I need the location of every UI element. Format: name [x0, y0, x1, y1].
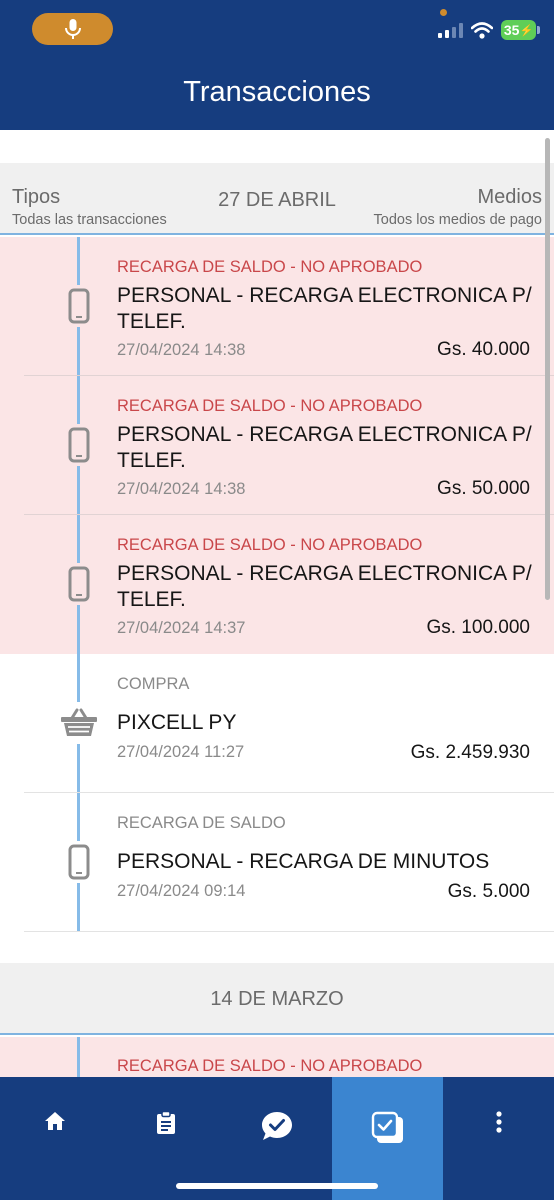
transaction-item[interactable]: RECARGA DE SALDO - NO APROBADO PERSONAL … — [0, 515, 554, 654]
cellular-signal-icon — [438, 22, 463, 38]
home-icon — [45, 1112, 66, 1130]
transaction-item[interactable]: COMPRA PIXCELL PY 27/04/2024 11:27 Gs. 2… — [0, 654, 554, 793]
media-filter-value: Todos los medios de pago — [373, 212, 542, 228]
phone-icon — [58, 841, 100, 883]
document-check-icon — [371, 1111, 403, 1143]
transaction-datetime: 27/04/2024 14:38 — [117, 341, 246, 359]
transaction-category: RECARGA DE SALDO - NO APROBADO — [117, 258, 423, 276]
clipboard-icon — [157, 1111, 176, 1134]
transaction-description: PERSONAL - RECARGA ELECTRONICA P/ TELEF. — [117, 562, 532, 611]
transaction-amount: Gs. 40.000 — [437, 339, 530, 360]
transaction-amount: Gs. 5.000 — [447, 881, 530, 902]
transaction-category: RECARGA DE SALDO - NO APROBADO — [117, 536, 423, 554]
phone-icon — [58, 563, 100, 605]
app-header: 35 ⚡ Transacciones — [0, 0, 554, 130]
nav-transactions[interactable] — [332, 1077, 444, 1200]
nav-messages[interactable] — [222, 1077, 333, 1200]
divider — [24, 931, 554, 932]
transaction-category: RECARGA DE SALDO — [117, 814, 286, 832]
transaction-item[interactable]: RECARGA DE SALDO - NO APROBADO — [0, 1037, 554, 1077]
microphone-indicator[interactable] — [32, 13, 113, 45]
nav-home[interactable] — [0, 1077, 111, 1200]
types-filter-value: Todas las transacciones — [12, 212, 167, 228]
status-indicators: 35 ⚡ — [438, 20, 540, 40]
chat-check-icon — [261, 1112, 292, 1140]
battery-indicator: 35 ⚡ — [501, 20, 540, 40]
section-date-march: 14 DE MARZO — [210, 988, 344, 1010]
transaction-datetime: 27/04/2024 14:38 — [117, 480, 246, 498]
nav-clipboard[interactable] — [111, 1077, 222, 1200]
transaction-datetime: 27/04/2024 11:27 — [117, 743, 245, 761]
more-vertical-icon — [495, 1111, 502, 1133]
phone-icon — [58, 285, 100, 327]
transaction-description: PERSONAL - RECARGA ELECTRONICA P/ TELEF. — [117, 284, 532, 333]
transaction-description: PIXCELL PY — [117, 711, 237, 734]
timeline-line — [77, 1037, 80, 1077]
transaction-amount: Gs. 50.000 — [437, 478, 530, 499]
transaction-list: RECARGA DE SALDO - NO APROBADO PERSONAL … — [0, 237, 554, 932]
transaction-item[interactable]: RECARGA DE SALDO - NO APROBADO PERSONAL … — [0, 376, 554, 515]
transaction-description: PERSONAL - RECARGA DE MINUTOS — [117, 850, 490, 873]
transaction-item[interactable]: RECARGA DE SALDO PERSONAL - RECARGA DE M… — [0, 793, 554, 932]
recording-dot — [440, 9, 447, 16]
transaction-description: PERSONAL - RECARGA ELECTRONICA P/ TELEF. — [117, 423, 532, 472]
transaction-amount: Gs. 100.000 — [426, 617, 530, 638]
transaction-category: RECARGA DE SALDO - NO APROBADO — [117, 397, 423, 415]
battery-level: 35 — [503, 22, 520, 38]
transaction-datetime: 27/04/2024 09:14 — [117, 882, 246, 900]
phone-icon — [58, 424, 100, 466]
transaction-item[interactable]: RECARGA DE SALDO - NO APROBADO PERSONAL … — [0, 237, 554, 376]
transaction-category: COMPRA — [117, 675, 190, 693]
page-title: Transacciones — [183, 76, 371, 108]
transaction-datetime: 27/04/2024 14:37 — [117, 619, 246, 637]
section-header-march: 14 DE MARZO — [0, 963, 554, 1035]
section-date-april: 27 DE ABRIL — [218, 189, 336, 211]
transaction-category: RECARGA DE SALDO - NO APROBADO — [117, 1057, 423, 1075]
microphone-icon — [64, 19, 81, 39]
transaction-amount: Gs. 2.459.930 — [410, 742, 530, 763]
bottom-nav — [0, 1077, 554, 1200]
home-indicator[interactable] — [176, 1183, 378, 1189]
nav-more[interactable] — [443, 1077, 554, 1200]
wifi-icon — [471, 21, 493, 39]
shopping-basket-icon — [58, 702, 100, 744]
scrollbar[interactable] — [545, 138, 550, 600]
charging-bolt-icon: ⚡ — [519, 24, 534, 37]
